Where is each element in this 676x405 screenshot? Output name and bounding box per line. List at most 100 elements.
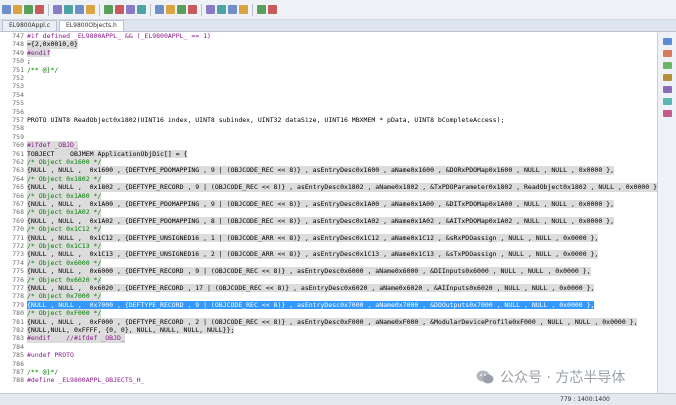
bookmarks-icon[interactable]: [663, 74, 672, 81]
code-line[interactable]: 758: [0, 124, 657, 132]
code-line[interactable]: 750;: [0, 57, 657, 65]
code-line[interactable]: 769 {NULL , NULL , 0x1A02 , {DEFTYPE_PDOM…: [0, 216, 657, 226]
watermark: 公众号 · 方芯半导体: [476, 366, 666, 388]
console-icon[interactable]: [663, 110, 672, 117]
code-line[interactable]: 763 {NULL , NULL , 0x1600 , {DEFTYPE_PDOM…: [0, 166, 657, 175]
tasks-icon[interactable]: [663, 62, 672, 69]
code-line[interactable]: 780/* Object 0xF000 */: [0, 309, 657, 318]
code-line[interactable]: 754: [0, 91, 657, 99]
code-line[interactable]: 785 #undef PROTO: [0, 351, 657, 359]
replace-icon[interactable]: [126, 5, 135, 14]
paste-icon[interactable]: [75, 5, 84, 14]
code-text: /* Object 0x7000 */: [27, 292, 102, 301]
code-line[interactable]: 759: [0, 133, 657, 141]
code-line[interactable]: 770/* Object 0x1C12 */: [0, 225, 657, 234]
code-line[interactable]: 748 ={2,0x0010,0}: [0, 40, 657, 49]
code-line[interactable]: 760 #ifdef _OBJD_: [0, 141, 657, 150]
copy-icon[interactable]: [64, 5, 73, 14]
code-line[interactable]: 764/* Object 0x1802 */: [0, 174, 657, 184]
code-line[interactable]: 749 #endif: [0, 48, 657, 58]
save-all-icon[interactable]: [35, 5, 44, 14]
redo-icon[interactable]: [104, 5, 113, 14]
bookmark-icon[interactable]: [137, 5, 146, 14]
settings-icon[interactable]: [239, 5, 248, 14]
line-number: 755: [12, 99, 24, 108]
toolbar-separator: [252, 3, 253, 16]
new-file-icon[interactable]: [2, 5, 11, 14]
code-line[interactable]: 778/* Object 0x7000 */: [0, 292, 657, 301]
code-line[interactable]: 776/* Object 0x6020 */: [0, 275, 657, 284]
code-line[interactable]: 773 {NULL , NULL , 0x1C13 , {DEFTYPE_UNSI…: [0, 250, 657, 259]
code-line[interactable]: 777 {NULL , NULL , 0x6020 , {DEFTYPE_RECO…: [0, 284, 657, 293]
tab-el9800objects-h[interactable]: EL9800Objects.h: [59, 20, 124, 31]
code-line[interactable]: 784: [0, 343, 657, 351]
code-line[interactable]: 781 {NULL , NULL , 0xF000 , {DEFTYPE_RECO…: [0, 317, 657, 326]
line-number: 752: [12, 74, 24, 82]
code-line[interactable]: 782 {NULL,NULL, 0xFFFF, {0, 0}, NULL, NUL…: [0, 326, 657, 335]
breakpoints-icon[interactable]: [663, 50, 672, 57]
code-line[interactable]: 768/* Object 0x1A02 */: [0, 208, 657, 217]
line-number: 759: [12, 132, 24, 141]
code-line[interactable]: 756: [0, 108, 657, 116]
open-folder-icon[interactable]: [13, 5, 22, 14]
code-line[interactable]: 775 {NULL , NULL , 0x6000 , {DEFTYPE_RECO…: [0, 267, 657, 276]
step-icon[interactable]: [217, 5, 226, 14]
watermark-text: 公众号 · 方芯半导体: [500, 370, 626, 386]
code-text: /* Object 0x1C13 */: [27, 242, 102, 251]
save-icon[interactable]: [24, 5, 33, 14]
code-line[interactable]: 774/* Object 0x6000 */: [0, 258, 657, 268]
code-text: {NULL , NULL , 0x1A00 , {DEFTYPE_PDOMAPP…: [27, 200, 614, 209]
step-over-icon[interactable]: [228, 5, 237, 14]
code-line[interactable]: 779 {NULL , NULL , 0x7000 , {DEFTYPE_RECO…: [0, 300, 657, 310]
search-results-icon[interactable]: [663, 98, 672, 105]
code-line[interactable]: 762/* Object 0x1600 */: [0, 158, 657, 167]
line-number: 781: [12, 317, 24, 326]
properties-icon[interactable]: [663, 86, 672, 93]
undo-icon[interactable]: [86, 5, 95, 14]
stop-icon[interactable]: [206, 5, 215, 14]
outline-icon[interactable]: [663, 38, 672, 45]
code-line[interactable]: 753: [0, 82, 657, 90]
code-text: ;: [27, 57, 31, 66]
code-line[interactable]: 765 {NULL , NULL , 0x1802 , {DEFTYPE_RECO…: [0, 183, 657, 192]
build-icon[interactable]: [155, 5, 164, 14]
code-line[interactable]: 757 PROTO UINT8 ReadObject0x1802(UINT16 i…: [0, 116, 657, 124]
help-icon[interactable]: [268, 5, 277, 14]
code-line[interactable]: 755: [0, 99, 657, 107]
run-icon[interactable]: [188, 5, 197, 14]
code-line[interactable]: 761 TOBJECT OBJMEM ApplicationObjDic[] = …: [0, 149, 657, 158]
line-number: 749: [12, 48, 24, 57]
code-line[interactable]: 771 {NULL , NULL , 0x1C12 , {DEFTYPE_UNSI…: [0, 233, 657, 242]
line-number: 750: [12, 57, 24, 66]
debug-icon[interactable]: [177, 5, 186, 14]
line-number: 768: [12, 208, 24, 217]
code-text: #endif: [27, 48, 51, 58]
code-line[interactable]: 747 #if defined _EL9800APPL_ && (_EL9800A…: [0, 32, 657, 40]
code-line[interactable]: 766/* Object 0x1A00 */: [0, 191, 657, 200]
line-number: 747: [12, 32, 24, 40]
code-line[interactable]: 752: [0, 74, 657, 82]
code-text: TOBJECT OBJMEM ApplicationObjDic[] = {: [27, 149, 188, 158]
line-number: 771: [12, 233, 24, 242]
code-line[interactable]: 751/** @}*/: [0, 66, 657, 74]
line-number: 772: [12, 242, 24, 250]
line-number: 775: [12, 267, 24, 276]
tab-el9800appl-c[interactable]: EL9800Appl.c: [2, 20, 57, 31]
rebuild-icon[interactable]: [166, 5, 175, 14]
code-line[interactable]: 767 {NULL , NULL , 0x1A00 , {DEFTYPE_PDOM…: [0, 200, 657, 209]
toolbar: [0, 0, 676, 20]
line-number: 751: [12, 65, 24, 74]
line-number: 761: [12, 149, 24, 158]
code-line[interactable]: 783 #endif //#ifdef _OBJD_: [0, 334, 657, 343]
line-number: 756: [12, 107, 24, 116]
code-editor[interactable]: 747 #if defined _EL9800APPL_ && (_EL9800A…: [0, 32, 657, 393]
window-icon[interactable]: [257, 5, 266, 14]
code-text: {NULL,NULL, 0xFFFF, {0, 0}, NULL, NULL, …: [27, 326, 235, 335]
editor-tab-bar: EL9800Appl.c EL9800Objects.h: [0, 20, 676, 32]
code-text: {NULL , NULL , 0x6000 , {DEFTYPE_RECORD …: [27, 267, 591, 276]
code-text: {NULL , NULL , 0x1C13 , {DEFTYPE_UNSIGNE…: [27, 250, 599, 259]
cut-icon[interactable]: [53, 5, 62, 14]
code-line[interactable]: 772/* Object 0x1C13 */: [0, 242, 657, 251]
line-number: 757: [12, 116, 24, 124]
find-icon[interactable]: [115, 5, 124, 14]
